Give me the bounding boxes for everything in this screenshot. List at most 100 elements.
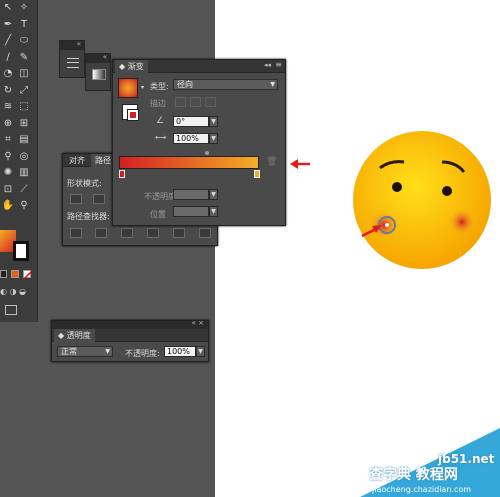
right-eye (442, 186, 452, 196)
panel-tabbar: ◆ 渐变 ◂◂ ≡ (113, 60, 285, 73)
watermark-url: jiaocheng.chazidian.com (372, 485, 472, 494)
line-icon[interactable]: ╱ (0, 33, 16, 49)
type-select[interactable]: 径向 ▼ (173, 79, 278, 90)
pathfinder-label: 路径查找器: (67, 212, 110, 221)
left-cheek (370, 211, 398, 239)
ellipse-icon[interactable]: ⬭ (16, 33, 32, 49)
watermark-site-en: jb51.net (438, 452, 495, 466)
midpoint-diamond[interactable] (205, 151, 209, 155)
width-icon[interactable]: ≋ (0, 99, 16, 115)
crop-icon[interactable] (147, 228, 159, 238)
free-transform-icon[interactable]: ⬚ (16, 99, 32, 115)
tool-row: ⊕ ⊞ (0, 116, 38, 132)
panel-header: « (86, 53, 110, 63)
aspect-ratio-icon: ⟷ (155, 133, 167, 142)
tool-row: ⚲ ◎ (0, 149, 38, 165)
brush-icon[interactable]: ∕ (0, 50, 16, 66)
fill-stroke-swatch[interactable] (122, 104, 139, 121)
gradient-annotator-center[interactable] (385, 223, 389, 227)
magic-wand-icon[interactable]: ✧ (16, 0, 32, 16)
rotate-icon[interactable]: ↻ (0, 83, 16, 99)
gradient-preview-swatch[interactable] (118, 78, 138, 98)
trim-icon[interactable] (95, 228, 107, 238)
opacity-dropdown[interactable]: ▼ (196, 346, 205, 357)
shape-builder-icon[interactable]: ⊕ (0, 116, 16, 132)
eraser-icon[interactable]: ◫ (16, 66, 32, 82)
pen-icon[interactable]: ✒ (0, 17, 16, 33)
chevron-down-icon[interactable]: ▾ (141, 84, 144, 91)
panel-tabbar: ◆ 透明度 (52, 329, 208, 342)
tab-transparency-label: 透明度 (66, 331, 91, 340)
symbol-sprayer-icon[interactable]: ✺ (0, 165, 16, 181)
location-label: 位置 (150, 210, 166, 219)
tab-transparency[interactable]: ◆ 透明度 (54, 329, 95, 342)
right-cheek (449, 209, 475, 235)
scale-icon[interactable]: ⤢ (16, 83, 32, 99)
panel-menu-icon[interactable]: ≡ (275, 60, 282, 69)
selection-icon[interactable]: ↖ (0, 0, 16, 16)
collapse-icon[interactable]: « (103, 53, 107, 61)
unite-icon[interactable] (70, 194, 82, 204)
gradient-mode-button[interactable] (11, 270, 19, 278)
gradient-stop-start[interactable] (119, 170, 125, 178)
stroke-along-button[interactable] (190, 97, 201, 107)
location-input[interactable] (173, 206, 209, 217)
tab-arrows-icon: ◆ (119, 62, 128, 71)
screen-mode-icon[interactable] (5, 305, 17, 315)
artboard-icon[interactable]: ⊡ (0, 182, 16, 198)
tool-row: ╱ ⬭ (0, 33, 38, 49)
aspect-ratio-dropdown[interactable]: ▼ (209, 133, 218, 144)
zoom-icon[interactable]: ⚲ (16, 198, 32, 214)
close-icon[interactable]: « × (192, 319, 204, 327)
collapse-icon[interactable]: ◂◂ (264, 61, 271, 69)
hand-icon[interactable]: ✋ (0, 198, 16, 214)
blend-mode-value: 正常 (61, 347, 77, 356)
none-mode-button[interactable] (23, 270, 33, 280)
opacity-label: 不透明度: (125, 349, 160, 358)
left-eye (392, 182, 402, 192)
divide-icon[interactable] (70, 228, 82, 238)
pencil-icon[interactable]: ✎ (16, 50, 32, 66)
gradient-icon[interactable]: ▤ (16, 132, 32, 148)
stroke-within-button[interactable] (175, 97, 186, 107)
stroke-swatch[interactable] (13, 241, 29, 261)
aspect-ratio-input[interactable]: 100% (173, 133, 209, 144)
gradient-panel: ◆ 渐变 ◂◂ ≡ ▾ 类型: 径向 ▼ 描边 ∠ 0° ▼ ⟷ 100% ▼ 🗑… (112, 59, 286, 226)
tool-row: ◔ ◫ (0, 66, 38, 82)
blend-mode-select[interactable]: 正常 ▼ (57, 346, 113, 357)
type-value: 径向 (177, 80, 193, 89)
gradient-swatch-icon[interactable] (92, 69, 106, 80)
eyedropper-icon[interactable]: ⚲ (0, 149, 16, 165)
outline-icon[interactable] (173, 228, 185, 238)
color-mode-button[interactable] (0, 270, 7, 278)
tab-align[interactable]: 对齐 (65, 154, 89, 167)
trash-icon[interactable]: 🗑 (266, 157, 277, 167)
tool-row: ✋ ⚲ (0, 198, 38, 214)
opacity-input[interactable] (173, 189, 209, 200)
angle-dropdown[interactable]: ▼ (209, 116, 218, 127)
chevron-down-icon: ▼ (270, 81, 275, 88)
menu-lines-icon[interactable] (67, 58, 79, 68)
draw-mode-icons[interactable]: ◐ ◑ ◒ (0, 287, 30, 297)
tool-row: ∕ ✎ (0, 50, 38, 66)
stroke-across-button[interactable] (205, 97, 216, 107)
graph-icon[interactable]: ▥ (16, 165, 32, 181)
blend-icon[interactable]: ◎ (16, 149, 32, 165)
opacity-dropdown[interactable]: ▼ (209, 189, 218, 200)
angle-input[interactable]: 0° (173, 116, 209, 127)
slice-icon[interactable]: ⟋ (16, 182, 32, 198)
perspective-icon[interactable]: ⊞ (16, 116, 32, 132)
blob-brush-icon[interactable]: ◔ (0, 66, 16, 82)
minus-front-icon[interactable] (93, 194, 105, 204)
type-icon[interactable]: T (16, 17, 32, 33)
merge-icon[interactable] (121, 228, 133, 238)
transparency-panel: « × ◆ 透明度 正常 ▼ 不透明度: 100% ▼ (51, 319, 209, 362)
collapse-icon[interactable]: « (77, 40, 81, 48)
mesh-icon[interactable]: ⌗ (0, 132, 16, 148)
tab-gradient[interactable]: ◆ 渐变 (115, 60, 148, 73)
gradient-slider[interactable] (119, 156, 259, 169)
gradient-stop-end[interactable] (254, 170, 260, 178)
location-dropdown[interactable]: ▼ (209, 206, 218, 217)
opacity-input[interactable]: 100% (164, 346, 196, 357)
minus-back-icon[interactable] (199, 228, 211, 238)
